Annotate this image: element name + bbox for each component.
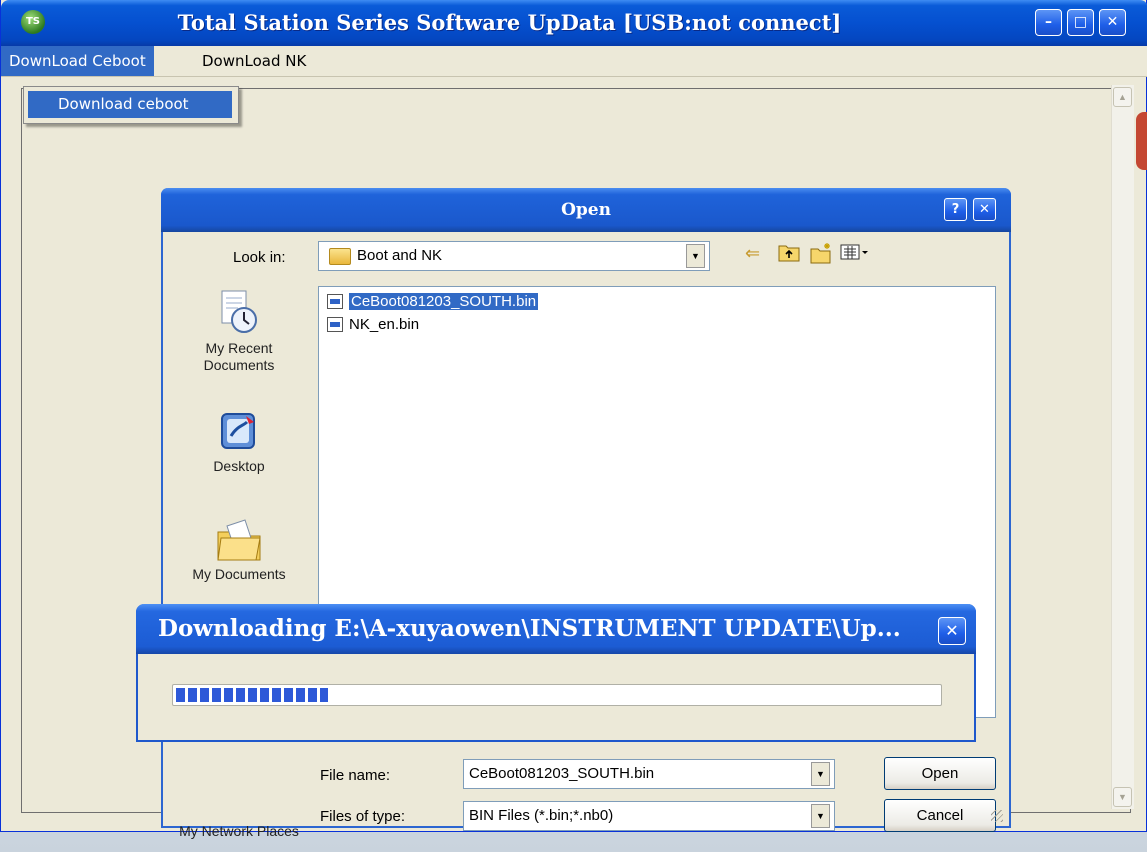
- place-desktop[interactable]: Desktop: [173, 410, 305, 475]
- bin-file-icon: [327, 317, 343, 332]
- file-name: CeBoot081203_SOUTH.bin: [349, 293, 539, 310]
- look-in-combo[interactable]: Boot and NK ▼: [318, 241, 710, 271]
- menu-bar: DownLoad Ceboot DownLoad NK: [1, 46, 1147, 77]
- close-button[interactable]: ✕: [1099, 9, 1126, 36]
- place-label: My Documents: [192, 566, 286, 582]
- file-name-value: CeBoot081203_SOUTH.bin: [469, 765, 655, 782]
- recent-documents-icon: [221, 290, 257, 333]
- place-my-documents[interactable]: My Documents: [173, 518, 305, 583]
- my-documents-icon: [217, 519, 261, 561]
- download-dialog-titlebar[interactable]: Downloading E:\A-xuyaowen\INSTRUMENT UPD…: [136, 604, 976, 654]
- folder-icon: [329, 248, 351, 265]
- back-arrow-icon[interactable]: ⇐: [745, 242, 760, 266]
- resize-grip[interactable]: [991, 810, 1003, 822]
- download-dialog-title: Downloading E:\A-xuyaowen\INSTRUMENT UPD…: [158, 615, 901, 642]
- files-of-type-select[interactable]: BIN Files (*.bin;*.nb0) ▼: [463, 801, 835, 831]
- open-dialog-titlebar[interactable]: Open ? ✕: [161, 188, 1011, 232]
- files-of-type-dropdown-arrow[interactable]: ▼: [811, 804, 830, 828]
- help-button[interactable]: ?: [944, 198, 967, 221]
- side-tab: [1136, 112, 1147, 170]
- progress-fill: [176, 688, 328, 702]
- place-label: Desktop: [213, 458, 265, 474]
- place-my-recent-documents[interactable]: My Recent Documents: [173, 288, 305, 374]
- window-title: Total Station Series Software UpData [US…: [177, 10, 842, 35]
- view-menu-icon[interactable]: [840, 242, 870, 266]
- place-label: My Recent Documents: [203, 340, 275, 373]
- file-name-label: File name:: [320, 767, 391, 784]
- dropdown-menu: Download ceboot: [23, 86, 239, 124]
- open-button[interactable]: Open: [884, 757, 996, 790]
- file-item[interactable]: CeBoot081203_SOUTH.bin: [325, 291, 539, 312]
- download-progress-dialog: Downloading E:\A-xuyaowen\INSTRUMENT UPD…: [136, 604, 976, 742]
- files-of-type-label: Files of type:: [320, 808, 406, 825]
- download-progress-bar: [172, 684, 942, 706]
- desktop-icon: [221, 413, 255, 449]
- place-label: My Network Places: [179, 823, 299, 839]
- look-in-dropdown-arrow[interactable]: ▼: [686, 244, 705, 268]
- place-my-network-places[interactable]: My Network Places: [173, 823, 305, 840]
- vertical-scrollbar[interactable]: ▲ ▼: [1111, 85, 1134, 809]
- open-dialog-close-button[interactable]: ✕: [973, 198, 996, 221]
- scroll-up-button[interactable]: ▲: [1113, 87, 1132, 107]
- title-bar[interactable]: TS Total Station Series Software UpData …: [1, 0, 1147, 46]
- file-name-field[interactable]: CeBoot081203_SOUTH.bin ▼: [463, 759, 835, 789]
- menu-download-nk[interactable]: DownLoad NK: [194, 46, 314, 76]
- file-name-dropdown-arrow[interactable]: ▼: [811, 762, 830, 786]
- maximize-button[interactable]: □: [1067, 9, 1094, 36]
- look-in-value: Boot and NK: [357, 247, 443, 264]
- scroll-down-button[interactable]: ▼: [1113, 787, 1132, 807]
- open-dialog-title: Open: [561, 200, 611, 220]
- look-in-label: Look in:: [233, 249, 286, 266]
- files-of-type-value: BIN Files (*.bin;*.nb0): [469, 807, 614, 824]
- cancel-button[interactable]: Cancel: [884, 799, 996, 832]
- bin-file-icon: [327, 294, 343, 309]
- file-item[interactable]: NK_en.bin: [325, 314, 419, 335]
- menu-item-download-ceboot[interactable]: Download ceboot: [28, 91, 232, 118]
- new-folder-icon[interactable]: [810, 242, 834, 266]
- menu-download-ceboot[interactable]: DownLoad Ceboot: [1, 46, 154, 76]
- file-name: NK_en.bin: [349, 316, 420, 333]
- up-folder-icon[interactable]: [778, 242, 800, 266]
- download-dialog-close-button[interactable]: ✕: [938, 617, 966, 645]
- minimize-button[interactable]: –: [1035, 9, 1062, 36]
